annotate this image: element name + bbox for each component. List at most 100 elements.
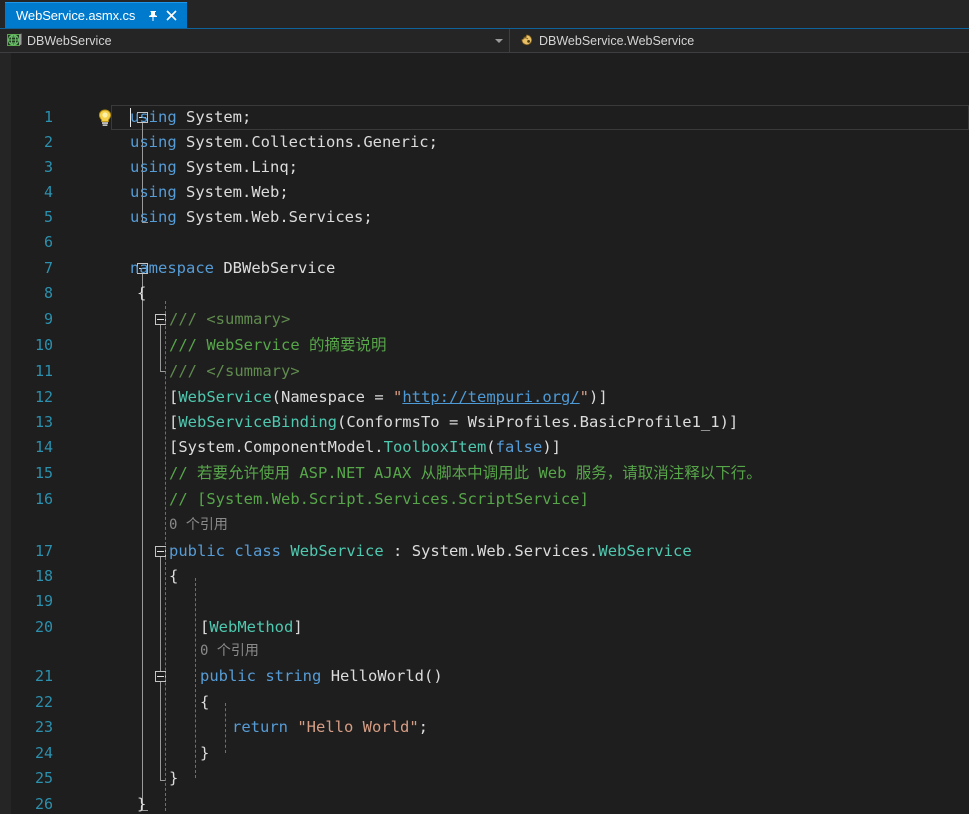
line-number: 14	[34, 438, 53, 456]
line-number: 6	[43, 233, 53, 251]
token-class-name: WebService	[290, 542, 384, 560]
line-number-gutter: 1 2 3 4 5 6 7 8 9 10 11 12 13 14 15 16 1…	[11, 53, 112, 814]
token-keyword-using: using	[130, 133, 177, 151]
line-number: 24	[34, 744, 53, 762]
code-line-21[interactable]: public string HelloWorld()	[200, 664, 443, 689]
code-line-16[interactable]: // [System.Web.Script.Services.ScriptSer…	[169, 487, 589, 512]
editor-tab-webservice-asmx-cs[interactable]: WebService.asmx.cs	[5, 2, 188, 28]
token-namespace-name: DBWebService	[223, 259, 336, 277]
token-base-type-name: WebService	[598, 542, 692, 560]
token-keyword-using: using	[130, 158, 177, 176]
token-attr-toolbox-prefix: [System.ComponentModel.	[169, 438, 384, 456]
tab-label: WebService.asmx.cs	[16, 8, 136, 23]
token-url-tempuri[interactable]: http://tempuri.org/	[402, 388, 579, 406]
code-line-25[interactable]: }	[169, 766, 178, 791]
code-line-3[interactable]: using System.Linq;	[130, 155, 298, 180]
token-attribute-webservice: WebService	[178, 388, 272, 406]
tab-strip: WebService.asmx.cs	[0, 0, 969, 29]
code-line-15[interactable]: // 若要允许使用 ASP.NET AJAX 从脚本中调用此 Web 服务，请取…	[169, 461, 762, 486]
code-line-17[interactable]: public class WebService : System.Web.Ser…	[169, 539, 692, 564]
line-number: 23	[34, 718, 53, 736]
code-line-23[interactable]: return "Hello World";	[232, 715, 428, 740]
token-close-paren-bracket: )]	[542, 438, 561, 456]
line-number: 15	[34, 464, 53, 482]
close-icon[interactable]	[163, 8, 180, 24]
token-keyword-string: string	[265, 667, 322, 685]
pin-icon[interactable]	[144, 8, 161, 24]
code-line-10[interactable]: /// WebService 的摘要说明	[169, 333, 386, 358]
token-keyword-class: class	[234, 542, 282, 560]
line-number: 7	[43, 259, 53, 277]
token-namespace-collections: System.Collections.Generic;	[186, 133, 438, 151]
chevron-down-icon[interactable]	[495, 38, 503, 43]
code-line-12[interactable]: [WebService(Namespace = "http://tempuri.…	[169, 385, 608, 410]
token-keyword-using: using	[130, 183, 177, 201]
code-line-9[interactable]: /// <summary>	[169, 307, 290, 332]
member-type-value: DBWebService.WebService	[539, 33, 695, 48]
selection-margin[interactable]	[0, 53, 11, 814]
code-line-8[interactable]: {	[137, 281, 146, 306]
indent-guide	[225, 703, 226, 753]
line-number: 4	[43, 183, 53, 201]
code-line-1[interactable]: using System;	[130, 105, 251, 130]
code-line-22[interactable]: {	[200, 690, 209, 715]
code-line-2[interactable]: using System.Collections.Generic;	[130, 130, 438, 155]
token-semicolon: ;	[418, 718, 429, 736]
line-number: 11	[34, 362, 53, 380]
token-namespace-linq: System.Linq;	[186, 158, 298, 176]
token-summary-text: /// WebService 的摘要说明	[169, 336, 387, 354]
token-keyword-public: public	[169, 542, 225, 560]
token-close-brace: }	[169, 769, 179, 787]
token-open-brace: {	[137, 284, 147, 302]
token-attribute-webmethod: WebMethod	[209, 618, 294, 636]
token-summary-close: /// </summary>	[169, 362, 300, 380]
token-close-paren-bracket: )]	[589, 388, 608, 406]
code-line-24[interactable]: }	[200, 741, 209, 766]
line-number: 21	[34, 667, 53, 685]
token-attr-args: (ConformsTo = WsiProfiles.BasicProfile1_…	[336, 413, 739, 431]
line-number: 12	[34, 388, 53, 406]
token-open-brace: {	[200, 693, 210, 711]
indent-guide	[165, 301, 166, 811]
token-close-brace: }	[200, 744, 210, 762]
code-line-4[interactable]: using System.Web;	[130, 180, 289, 205]
code-line-14[interactable]: [System.ComponentModel.ToolboxItem(false…	[169, 435, 561, 460]
code-line-18[interactable]: {	[169, 564, 178, 589]
token-namespace-system: System;	[186, 108, 252, 126]
code-line-11[interactable]: /// </summary>	[169, 359, 300, 384]
token-quote: "	[579, 388, 589, 406]
token-open-brace: {	[169, 567, 179, 585]
line-number: 17	[34, 542, 53, 560]
token-keyword-using: using	[130, 108, 177, 126]
line-number: 13	[34, 413, 53, 431]
token-colon: :	[393, 542, 403, 560]
code-line-7[interactable]: namespace DBWebService	[130, 256, 335, 281]
token-quote: "	[393, 388, 403, 406]
token-comment-ajax: // 若要允许使用 ASP.NET AJAX 从脚本中调用此 Web 服务，请取…	[169, 464, 762, 482]
code-line-26[interactable]: }	[137, 792, 146, 814]
token-close-brace: }	[137, 795, 147, 813]
token-close-bracket: ]	[293, 618, 303, 636]
line-number: 26	[34, 795, 53, 813]
project-type-dropdown[interactable]: DBWebService	[0, 29, 510, 52]
line-number: 19	[34, 592, 53, 610]
codelens-class-references[interactable]: 0 个引用	[169, 513, 228, 538]
token-keyword-using: using	[130, 208, 177, 226]
token-comment-scriptservice: // [System.Web.Script.Services.ScriptSer…	[169, 490, 589, 508]
token-keyword-return: return	[232, 718, 288, 736]
line-number: 10	[34, 336, 53, 354]
token-summary-open: /// <summary>	[169, 310, 291, 328]
code-line-20[interactable]: [WebMethod]	[200, 615, 303, 640]
line-number: 3	[43, 158, 53, 176]
token-attribute-webservicebinding: WebServiceBinding	[178, 413, 337, 431]
code-editor[interactable]: 1 2 3 4 5 6 7 8 9 10 11 12 13 14 15 16 1…	[0, 53, 969, 814]
navigation-bar: DBWebService DBWebService.WebService	[0, 29, 969, 53]
line-number: 20	[34, 618, 53, 636]
token-open-bracket: [	[169, 413, 179, 431]
class-icon	[518, 33, 534, 49]
code-line-5[interactable]: using System.Web.Services;	[130, 205, 373, 230]
code-line-13[interactable]: [WebServiceBinding(ConformsTo = WsiProfi…	[169, 410, 738, 435]
member-type-dropdown[interactable]: DBWebService.WebService	[510, 29, 969, 52]
codelens-method-references[interactable]: 0 个引用	[200, 639, 259, 664]
code-text-area[interactable]: using System; using System.Collections.G…	[111, 53, 969, 814]
